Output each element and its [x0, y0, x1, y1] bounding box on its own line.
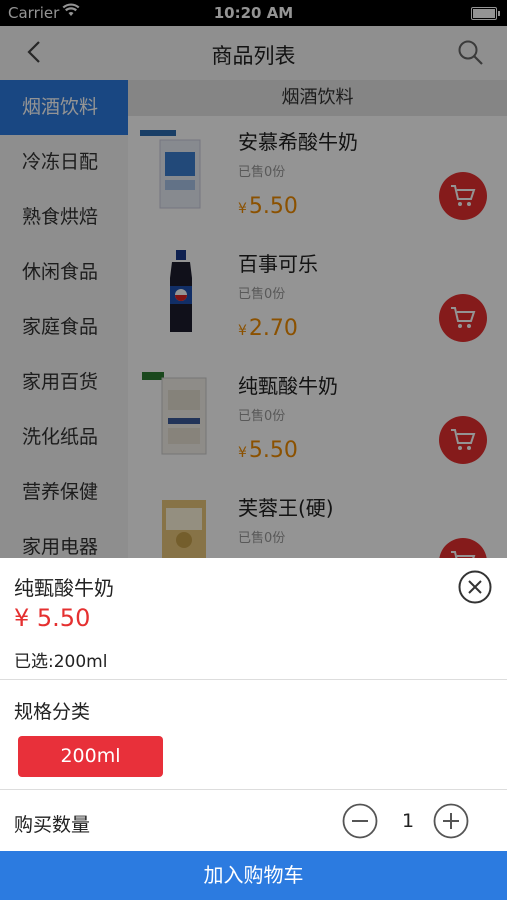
divider [0, 679, 507, 680]
spec-option-button[interactable]: 200ml [18, 736, 163, 777]
add-to-cart-main-button[interactable]: 加入购物车 [0, 851, 507, 900]
spec-section-title: 规格分类 [14, 701, 91, 723]
quantity-label: 购买数量 [14, 814, 91, 836]
minus-icon[interactable] [342, 803, 378, 839]
sheet-product-price: ¥ 5.50 [14, 604, 91, 632]
selected-spec-text: 已选:200ml [14, 652, 108, 672]
divider [0, 789, 507, 790]
close-icon[interactable] [458, 570, 492, 604]
sheet-product-name: 纯甄酸牛奶 [14, 576, 114, 600]
modal-backdrop[interactable] [0, 0, 507, 558]
quantity-value[interactable]: 1 [390, 810, 426, 832]
product-options-sheet: 纯甄酸牛奶 ¥ 5.50 已选:200ml 规格分类 200ml 购买数量 1 [0, 558, 507, 900]
plus-icon[interactable] [433, 803, 469, 839]
